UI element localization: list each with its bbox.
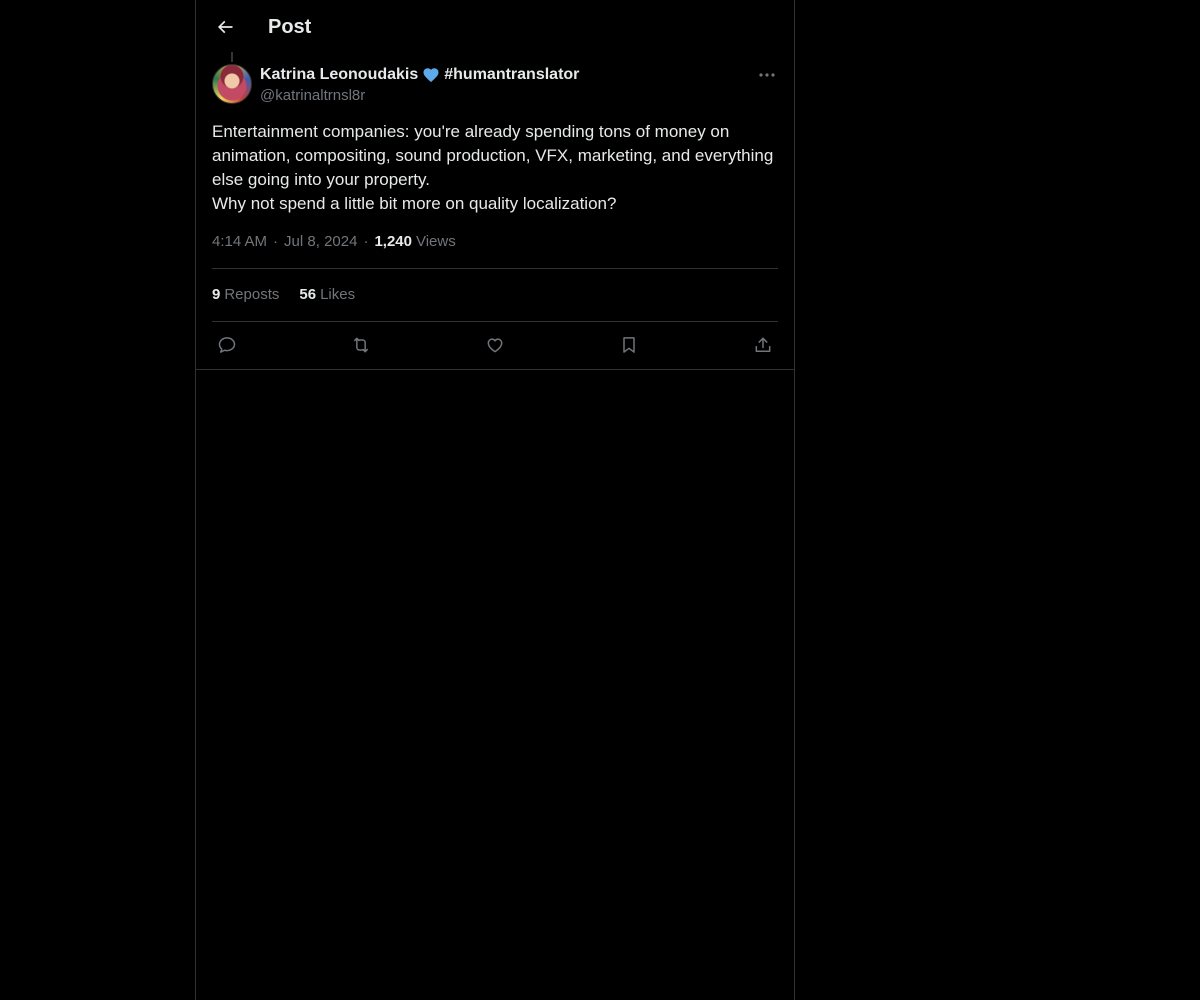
- views-label: Views: [415, 233, 456, 250]
- more-button[interactable]: [756, 66, 778, 84]
- views-count: 1,240: [374, 233, 412, 250]
- back-button[interactable]: [208, 10, 242, 44]
- reply-button[interactable]: [212, 332, 242, 358]
- share-icon: [753, 335, 773, 355]
- post-date[interactable]: Jul 8, 2024: [284, 232, 357, 252]
- reply-icon: [217, 335, 237, 355]
- divider: [212, 321, 778, 322]
- post-text: Entertainment companies: you're already …: [212, 120, 778, 216]
- like-heart-icon: [485, 335, 505, 355]
- primary-column: Post Katrina Leonoudakis #humantranslato…: [195, 0, 795, 1000]
- arrow-left-icon: [215, 17, 235, 37]
- repost-icon: [350, 335, 372, 355]
- bookmark-icon: [619, 335, 639, 355]
- post-text-line: Why not spend a little bit more on quali…: [212, 194, 617, 213]
- more-horizontal-icon: [759, 73, 775, 77]
- post-meta: 4:14 AM · Jul 8, 2024 · 1,240 Views: [212, 232, 456, 252]
- likes-count: 56: [299, 286, 317, 303]
- separator: ·: [273, 233, 279, 250]
- separator: ·: [363, 233, 369, 250]
- author-name-line: Katrina Leonoudakis #humantranslator: [260, 64, 579, 86]
- author-tag: #humantranslator: [444, 66, 580, 83]
- reposts-label: Reposts: [224, 286, 280, 303]
- thread-line: [231, 52, 233, 62]
- action-bar: [212, 332, 778, 358]
- author-name[interactable]: Katrina Leonoudakis: [260, 66, 418, 84]
- post-bottom-border: [196, 369, 794, 370]
- like-button[interactable]: [480, 332, 510, 358]
- post-time[interactable]: 4:14 AM: [212, 232, 267, 252]
- likes-label: Likes: [320, 286, 356, 303]
- blue-heart-icon: [422, 66, 440, 84]
- post-stats: 9 Reposts 56 Likes: [212, 285, 355, 305]
- page-title: Post: [268, 16, 312, 38]
- reposts-count: 9: [212, 286, 221, 303]
- avatar[interactable]: [212, 64, 252, 104]
- post-header: Post: [196, 0, 794, 54]
- divider: [212, 268, 778, 269]
- author-handle[interactable]: @katrinaltrnsl8r: [260, 86, 365, 106]
- repost-button[interactable]: [346, 332, 376, 358]
- likes-stat[interactable]: 56 Likes: [299, 285, 355, 305]
- reposts-stat[interactable]: 9 Reposts: [212, 285, 279, 305]
- share-button[interactable]: [748, 332, 778, 358]
- bookmark-button[interactable]: [614, 332, 644, 358]
- post-text-line: Entertainment companies: you're already …: [212, 122, 774, 189]
- author-row: Katrina Leonoudakis #humantranslator @ka…: [212, 64, 778, 108]
